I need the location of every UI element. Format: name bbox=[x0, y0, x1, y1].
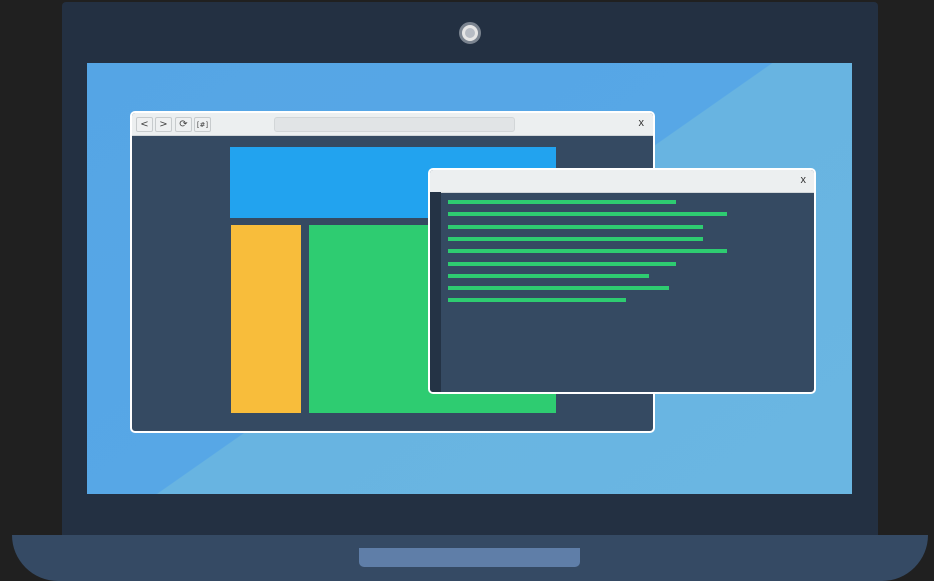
close-button[interactable]: x bbox=[801, 172, 807, 189]
close-icon: x bbox=[638, 117, 645, 129]
chevron-left-icon: < bbox=[140, 119, 149, 130]
close-button[interactable]: x bbox=[639, 115, 645, 132]
editor-gutter bbox=[430, 192, 441, 392]
code-line bbox=[448, 212, 727, 217]
editor-window[interactable]: x bbox=[428, 168, 816, 394]
forward-button[interactable]: > bbox=[155, 117, 172, 132]
code-line bbox=[448, 286, 669, 291]
chevron-right-icon: > bbox=[159, 119, 168, 130]
close-icon: x bbox=[800, 174, 807, 186]
sidebar-block bbox=[231, 225, 301, 413]
code-line bbox=[448, 236, 703, 241]
webcam-icon bbox=[459, 22, 481, 44]
bookmarks-button[interactable]: [#] bbox=[194, 117, 211, 132]
code-line bbox=[448, 224, 703, 229]
laptop-illustration: < > ⟳ [#] x x bbox=[0, 0, 934, 581]
reload-icon: ⟳ bbox=[179, 119, 188, 130]
address-bar[interactable] bbox=[274, 117, 515, 132]
code-line bbox=[448, 273, 649, 278]
code-line bbox=[448, 249, 727, 254]
trackpad-notch bbox=[359, 548, 580, 567]
browser-titlebar[interactable]: < > ⟳ [#] x bbox=[132, 113, 653, 136]
code-line bbox=[448, 200, 676, 204]
reload-button[interactable]: ⟳ bbox=[175, 117, 192, 132]
editor-titlebar[interactable]: x bbox=[430, 170, 814, 193]
bookmarks-icon: [#] bbox=[196, 121, 209, 129]
back-button[interactable]: < bbox=[136, 117, 153, 132]
code-line bbox=[448, 298, 626, 303]
code-line bbox=[448, 261, 676, 266]
